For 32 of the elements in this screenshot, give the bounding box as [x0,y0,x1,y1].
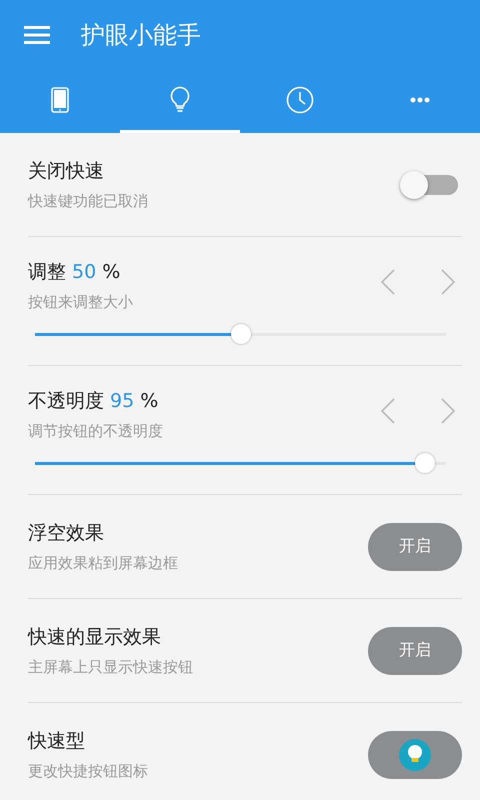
setting-title: 快速的显示效果 [28,625,162,650]
enable-button[interactable]: 开启 [368,522,462,570]
setting-value: 95 [110,390,134,412]
chevron-right-icon[interactable] [440,398,456,424]
chevron-left-icon[interactable] [380,398,396,424]
chevron-right-icon[interactable] [440,269,456,295]
setting-description: 更改快捷按钮图标 [28,762,148,781]
setting-title: 关闭快速 [28,159,105,184]
lightbulb-icon [169,86,191,114]
setting-description: 快速键功能已取消 [28,192,148,211]
unit-label: % [102,261,120,283]
setting-title: 浮空效果 [28,521,105,546]
unit-label: % [140,390,158,412]
setting-title: 不透明度 [28,390,104,412]
setting-description: 调节按钮的不透明度 [28,422,163,441]
enable-button[interactable]: 开启 [368,626,462,674]
setting-title: 调整 [28,261,66,283]
lightbulb-icon [399,738,431,770]
clock-icon [286,86,314,114]
menu-icon[interactable] [24,25,50,45]
setting-description: 主屏幕上只显示快速按钮 [28,658,193,677]
more-icon [410,97,430,103]
setting-description: 应用效果粘到屏幕边框 [28,554,178,573]
chevron-left-icon[interactable] [380,269,396,295]
phone-icon [51,87,69,113]
slider-thumb[interactable] [415,453,436,473]
app-title: 护眼小能手 [81,20,201,51]
slider-thumb[interactable] [230,324,250,344]
icon-picker-button[interactable] [368,730,462,778]
setting-value: 50 [72,261,96,283]
setting-description: 按钮来调整大小 [28,293,133,312]
setting-title: 快速型 [28,729,86,754]
